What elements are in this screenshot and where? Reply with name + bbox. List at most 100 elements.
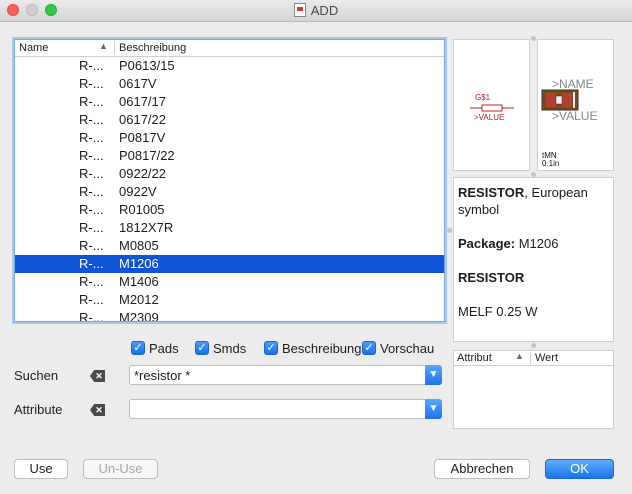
list-row[interactable]: R-... 0617V [15, 75, 444, 93]
column-header-attribute[interactable]: Attribut [457, 352, 492, 364]
window-title: ADD [0, 3, 632, 18]
search-input-value[interactable]: *resistor * [134, 368, 190, 383]
attribute-table[interactable]: Attribut ▲ Wert [453, 350, 614, 429]
description-package-value: M1206 [518, 236, 559, 251]
row-name: R-... [79, 292, 104, 307]
list-row[interactable]: R-... M1406 [15, 273, 444, 291]
list-row[interactable]: R-... 0922/22 [15, 165, 444, 183]
smds-checkbox[interactable]: ✓ Smds [195, 340, 246, 356]
row-name: R-... [79, 184, 104, 199]
package-footprint-drawing: >NAME >VALUE tMN 0.1in [541, 77, 597, 168]
list-row[interactable]: R-... M1206 [15, 255, 444, 273]
package-name-label: >NAME [552, 77, 594, 91]
sort-ascending-icon[interactable]: ▲ [99, 41, 108, 51]
attribute-filter-label: Attribute [14, 402, 63, 417]
row-description: R01005 [119, 202, 165, 217]
search-label: Suchen [14, 368, 59, 383]
vorschau-checkbox-label: Vorschau [380, 340, 435, 356]
list-header: Name ▲ Beschreibung [15, 40, 444, 57]
checkmark-icon: ✓ [131, 341, 145, 355]
row-name: R-... [79, 94, 104, 109]
row-description: M1406 [119, 274, 159, 289]
row-description: M2012 [119, 292, 159, 307]
checkmark-icon: ✓ [195, 341, 209, 355]
list-row[interactable]: R-... M2309 [15, 309, 444, 322]
row-description: 0922V [119, 184, 157, 199]
use-button[interactable]: Use [14, 459, 68, 479]
description-package-line: Package: M1206 [458, 235, 609, 252]
list-row[interactable]: R-... 0922V [15, 183, 444, 201]
list-row[interactable]: R-... P0613/15 [15, 57, 444, 75]
row-description: P0817/22 [119, 148, 175, 163]
row-name: R-... [79, 220, 104, 235]
row-description: 0922/22 [119, 166, 166, 181]
list-row[interactable]: R-... P0817V [15, 129, 444, 147]
package-scale-label: 0.1in [542, 159, 559, 168]
row-description: 0617/22 [119, 112, 166, 127]
splitter-handle[interactable] [531, 36, 536, 41]
column-header-description[interactable]: Beschreibung [119, 42, 186, 54]
vorschau-checkbox[interactable]: ✓ Vorschau [362, 340, 434, 356]
row-name: R-... [79, 112, 104, 127]
row-description: 0617/17 [119, 94, 166, 109]
column-header-value[interactable]: Wert [535, 352, 558, 364]
clear-search-icon[interactable]: ✕ [90, 370, 105, 382]
row-description: P0817V [119, 130, 166, 145]
cancel-button[interactable]: Abbrechen [434, 459, 530, 479]
resistor-symbol-drawing: G$1 >VALUE [470, 93, 514, 122]
description-title-line: RESISTOR, European symbol [458, 184, 609, 218]
row-name: R-... [79, 256, 104, 271]
row-name: R-... [79, 274, 104, 289]
clear-attribute-icon[interactable]: ✕ [90, 404, 105, 416]
list-row[interactable]: R-... M0805 [15, 237, 444, 255]
row-name: R-... [79, 310, 104, 322]
description-heading: RESISTOR [458, 270, 525, 285]
row-name: R-... [79, 76, 104, 91]
list-row[interactable]: R-... R01005 [15, 201, 444, 219]
attribute-table-header: Attribut ▲ Wert [454, 351, 613, 366]
list-row[interactable]: R-... 0617/17 [15, 93, 444, 111]
list-row[interactable]: R-... 0617/22 [15, 111, 444, 129]
row-name: R-... [79, 202, 104, 217]
symbol-preview: G$1 >VALUE [453, 39, 530, 171]
package-preview: >NAME >VALUE tMN 0.1in [537, 39, 614, 171]
row-name: R-... [79, 148, 104, 163]
smds-checkbox-label: Smds [213, 340, 247, 356]
sort-ascending-icon[interactable]: ▲ [515, 351, 524, 361]
package-value-label: >VALUE [552, 109, 597, 123]
pads-checkbox[interactable]: ✓ Pads [131, 340, 179, 356]
list-row[interactable]: R-... M2012 [15, 291, 444, 309]
list-row[interactable]: R-... P0817/22 [15, 147, 444, 165]
chevron-down-icon[interactable]: ▼ [425, 399, 442, 419]
splitter-handle[interactable] [531, 343, 536, 348]
column-divider[interactable] [114, 41, 115, 55]
description-panel: RESISTOR, European symbol Package: M1206… [453, 177, 614, 342]
list-rows: R-... P0613/15 R-... 0617V R-... 0617/17 R-...… [15, 57, 444, 322]
title-bar: ADD [0, 0, 632, 22]
list-row[interactable]: R-... 1812X7R [15, 219, 444, 237]
ok-button[interactable]: OK [545, 459, 614, 479]
column-divider[interactable] [530, 352, 531, 364]
eagle-document-icon [293, 3, 306, 17]
device-list[interactable]: Name ▲ Beschreibung R-... P0613/15 R-... 06… [14, 39, 445, 322]
splitter-handle[interactable] [447, 228, 452, 233]
search-combobox[interactable]: *resistor * ▼ [129, 365, 442, 385]
pads-checkbox-label: Pads [149, 340, 179, 356]
symbol-value-label: >VALUE [474, 113, 504, 122]
window-title-text: ADD [310, 3, 339, 18]
description-title: RESISTOR [458, 185, 525, 200]
row-description: M0805 [119, 238, 159, 253]
symbol-name-label: G$1 [475, 93, 491, 102]
attribute-filter-combobox[interactable]: ▼ [129, 399, 442, 419]
beschreibung-checkbox-label: Beschreibung [282, 340, 362, 356]
column-header-name[interactable]: Name [19, 42, 48, 54]
checkmark-icon: ✓ [264, 341, 278, 355]
row-description: 1812X7R [119, 220, 174, 235]
description-heading-line: RESISTOR [458, 269, 609, 286]
beschreibung-checkbox[interactable]: ✓ Beschreibung [264, 340, 362, 356]
chevron-down-icon[interactable]: ▼ [425, 365, 442, 385]
unuse-button[interactable]: Un-Use [83, 459, 158, 479]
description-package-label: Package: [458, 236, 516, 251]
row-name: R-... [79, 58, 104, 73]
row-description: 0617V [119, 76, 157, 91]
